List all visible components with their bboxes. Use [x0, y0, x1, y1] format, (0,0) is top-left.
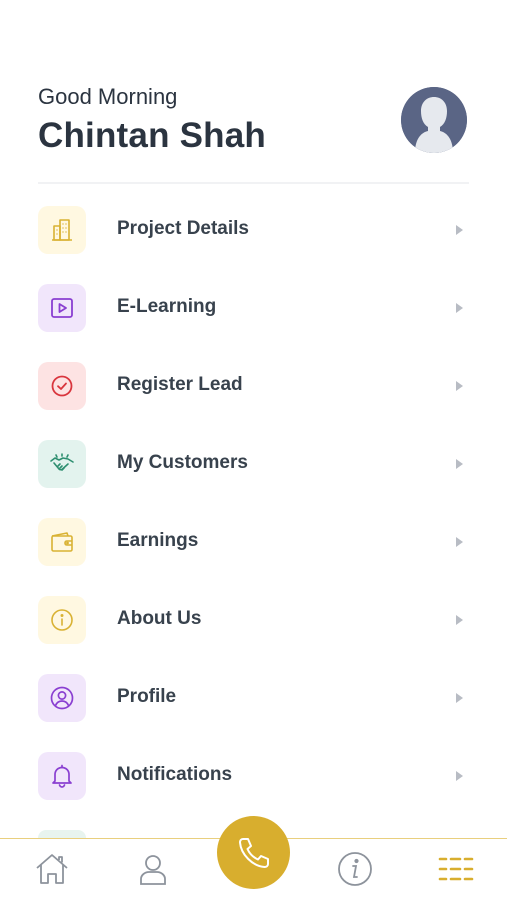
phone-call-icon	[238, 837, 269, 868]
check-circle-icon	[38, 362, 86, 410]
chevron-right-icon	[456, 381, 463, 391]
chevron-right-icon	[456, 225, 463, 235]
user-icon[interactable]	[131, 847, 175, 891]
menu-item-label: Notifications	[117, 764, 233, 785]
chevron-right-icon	[456, 303, 463, 313]
handshake-icon	[38, 440, 86, 488]
call-button[interactable]	[217, 816, 290, 889]
menu-item-label: Project Details	[117, 218, 249, 239]
menu-item-label: Register Lead	[117, 374, 243, 395]
avatar[interactable]	[401, 87, 467, 153]
chevron-right-icon	[456, 537, 463, 547]
menu-item-register-lead[interactable]: Register Lead	[0, 360, 507, 438]
menu-list: Project Details E-Learning Register Lead…	[0, 204, 507, 828]
menu-item-my-customers[interactable]: My Customers	[0, 438, 507, 516]
chevron-right-icon	[456, 693, 463, 703]
menu-item-label: About Us	[117, 608, 202, 629]
app-screen: Good Morning Chintan Shah Project Detail…	[0, 0, 507, 900]
wallet-icon	[38, 518, 86, 566]
bell-icon	[38, 752, 86, 800]
user-silhouette-icon	[401, 87, 467, 153]
user-name: Chintan Shah	[38, 116, 266, 155]
menu-grid-icon[interactable]	[434, 847, 478, 891]
home-icon[interactable]	[30, 847, 74, 891]
info-circle-icon	[38, 596, 86, 644]
info-icon[interactable]	[333, 847, 377, 891]
next-menu-item-peek	[38, 830, 86, 838]
chevron-right-icon	[456, 771, 463, 781]
menu-item-e-learning[interactable]: E-Learning	[0, 282, 507, 360]
menu-item-earnings[interactable]: Earnings	[0, 516, 507, 594]
menu-item-label: Profile	[117, 686, 177, 707]
menu-item-profile[interactable]: Profile	[0, 672, 507, 750]
menu-item-project-details[interactable]: Project Details	[0, 204, 507, 282]
user-circle-icon	[38, 674, 86, 722]
menu-item-label: E-Learning	[117, 296, 217, 317]
greeting-text: Good Morning	[38, 84, 178, 109]
menu-item-label: My Customers	[117, 452, 248, 473]
chevron-right-icon	[456, 459, 463, 469]
header-divider	[38, 182, 469, 184]
video-play-icon	[38, 284, 86, 332]
buildings-icon	[38, 206, 86, 254]
menu-item-label: Earnings	[117, 530, 199, 551]
chevron-right-icon	[456, 615, 463, 625]
menu-item-about-us[interactable]: About Us	[0, 594, 507, 672]
